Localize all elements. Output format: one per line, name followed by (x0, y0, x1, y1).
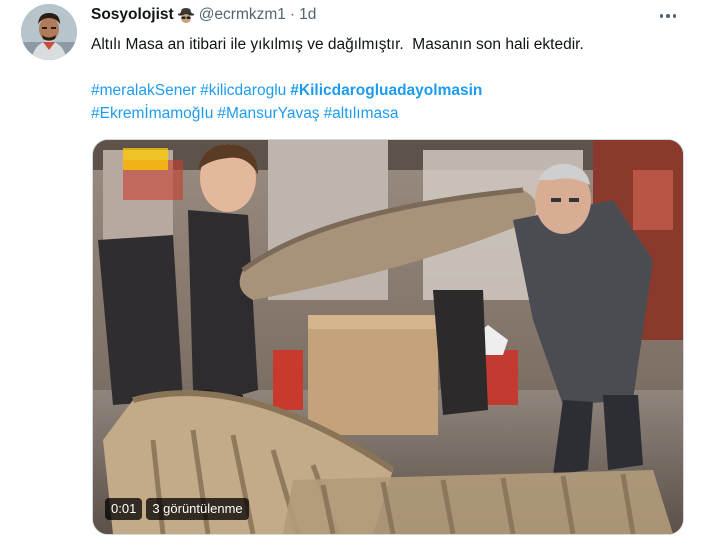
video-view-count: 3 görüntülenme (146, 498, 249, 520)
separator-dot: · (289, 6, 296, 23)
hashtag-link[interactable]: #meralakSener (91, 82, 196, 99)
tweet-time[interactable]: 1d (299, 6, 316, 24)
tweet-text: Altılı Masa an itibari ile yıkılmış ve d… (91, 36, 584, 53)
tweet-header: Sosyolojist @ecrmkzm1 · 1d (91, 6, 316, 24)
hashtags: #meralakSener #kilicdaroglu #Kilicdaroglua… (91, 79, 486, 125)
video-timestamp: 0:01 (105, 498, 143, 520)
spy-emoji-icon (177, 6, 195, 24)
hashtag-link[interactable]: #MansurYavaş (217, 105, 319, 122)
hashtag-link[interactable]: #Kilicdarogluadayolmasin (290, 82, 482, 99)
video-player[interactable] (92, 139, 684, 535)
more-icon[interactable] (656, 6, 680, 26)
author-name[interactable]: Sosyolojist (91, 6, 174, 24)
author-handle[interactable]: @ecrmkzm1 (199, 6, 286, 24)
hashtag-line-2: #EkremİmamoğIu #MansurYavaş #altılımasa (91, 102, 486, 125)
hashtag-link[interactable]: #kilicdaroglu (200, 82, 286, 99)
hashtag-link[interactable]: #EkremİmamoğIu (91, 105, 213, 122)
video-frame (93, 140, 683, 534)
video-overlay: 0:01 3 görüntülenme (105, 498, 249, 520)
avatar[interactable] (21, 4, 77, 60)
hashtag-line-1: #meralakSener #kilicdaroglu #Kilicdaroglua… (91, 79, 486, 102)
hashtag-link[interactable]: #altılımasa (324, 105, 399, 122)
